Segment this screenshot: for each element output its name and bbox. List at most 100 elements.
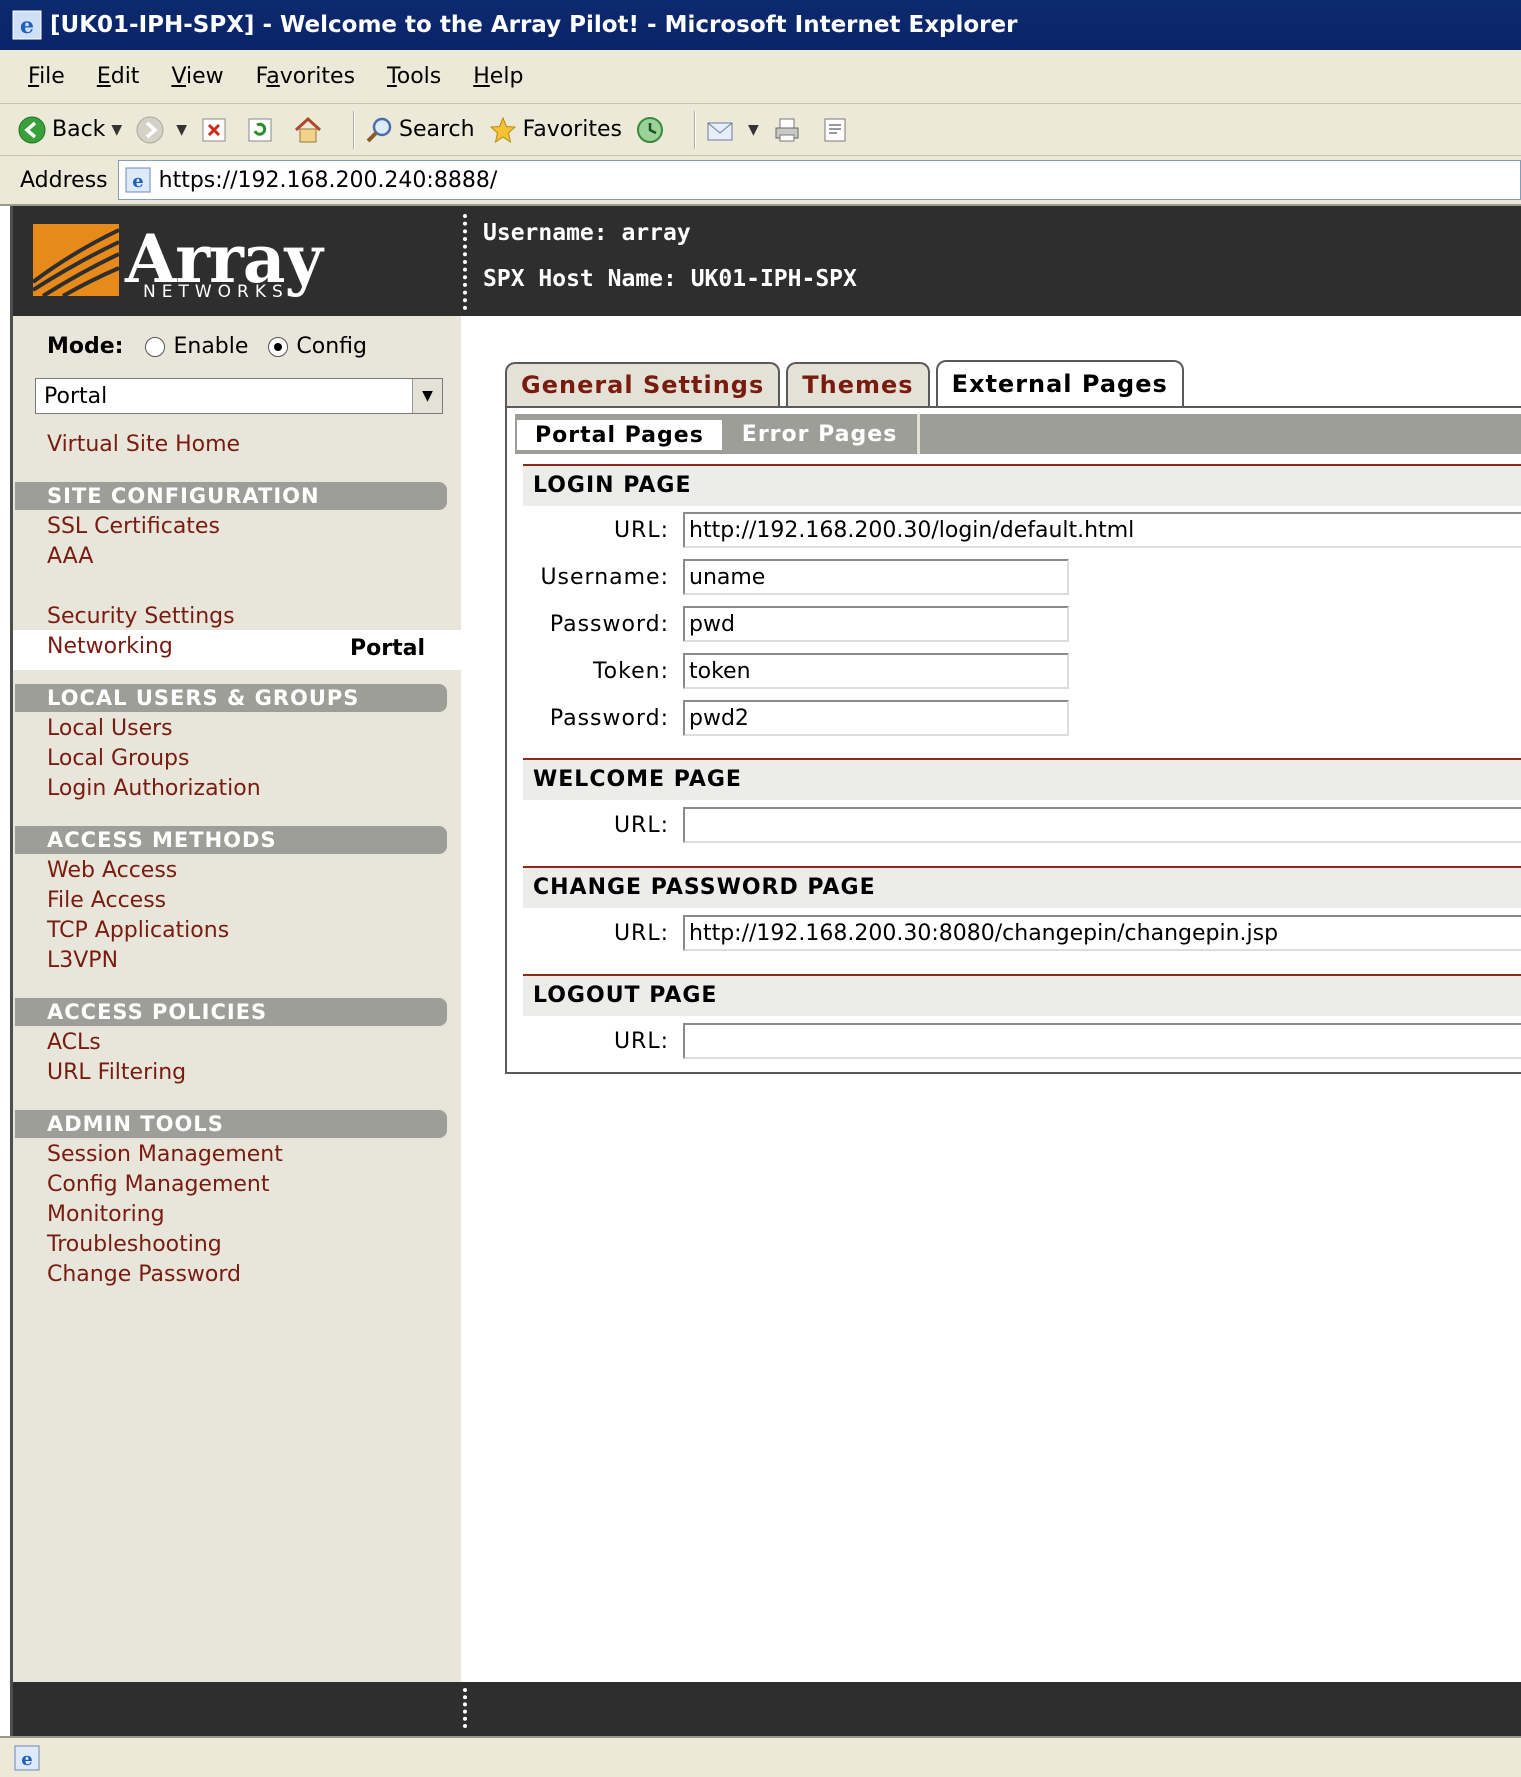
ie-page-icon: e: [125, 167, 151, 193]
menu-tools[interactable]: Tools: [387, 64, 441, 89]
login-username-input[interactable]: uname: [683, 559, 1069, 595]
menu-bar: File Edit View Favorites Tools Help: [0, 50, 1521, 104]
logout-url-label: URL:: [613, 1028, 669, 1054]
tab-themes[interactable]: Themes: [786, 362, 930, 406]
logout-url-input[interactable]: [683, 1023, 1521, 1059]
login-url-row: URL: http://192.168.200.30/login/default…: [507, 512, 1521, 548]
favorites-star-icon: [489, 116, 516, 143]
login-url-label: URL:: [613, 517, 669, 543]
mode-enable-radio[interactable]: Enable: [145, 334, 248, 359]
address-url: https://192.168.200.240:8888/: [158, 167, 498, 193]
virtual-site-select[interactable]: Portal ▼: [35, 378, 443, 414]
section-local-users-groups: LOCAL USERS & GROUPS: [15, 684, 447, 712]
section-login-page: LOGIN PAGE: [523, 464, 1521, 506]
sidebar: Mode: Enable Config Portal ▼ Virtual Sit…: [13, 316, 465, 1682]
login-password2-label: Password:: [549, 705, 669, 731]
change-password-url-row: URL: http://192.168.200.30:8080/changepi…: [507, 915, 1521, 951]
home-icon: [294, 116, 321, 142]
section-admin-tools: ADMIN TOOLS: [15, 1110, 447, 1138]
footer-right: [461, 1682, 1521, 1736]
refresh-icon: [248, 118, 272, 141]
status-bar: e: [0, 1736, 1521, 1777]
sidebar-config-management[interactable]: Config Management: [47, 1172, 270, 1197]
section-site-configuration: SITE CONFIGURATION: [15, 482, 447, 510]
header-separator: [463, 214, 467, 310]
welcome-url-label: URL:: [613, 812, 669, 838]
header-hostname: SPX Host Name: UK01-IPH-SPX: [483, 266, 857, 292]
back-arrow-icon: [18, 116, 46, 143]
tab-external-pages[interactable]: External Pages: [935, 360, 1184, 406]
sidebar-file-access[interactable]: File Access: [47, 888, 166, 913]
subtabs-bar: Portal Pages Error Pages: [515, 414, 1521, 454]
sidebar-login-authorization[interactable]: Login Authorization: [47, 776, 261, 801]
sidebar-aaa[interactable]: AAA: [47, 544, 93, 569]
forward-button[interactable]: ▼: [136, 116, 187, 144]
subtab-error-pages[interactable]: Error Pages: [724, 414, 916, 454]
menu-file[interactable]: File: [28, 64, 65, 89]
array-logo-swoosh-icon: [33, 224, 120, 298]
sidebar-local-users[interactable]: Local Users: [47, 716, 173, 741]
login-username-label: Username:: [540, 564, 669, 590]
sidebar-tcp-applications[interactable]: TCP Applications: [47, 918, 229, 943]
sidebar-change-password[interactable]: Change Password: [47, 1262, 241, 1287]
print-button[interactable]: [773, 116, 807, 144]
menu-view[interactable]: View: [171, 64, 223, 89]
sidebar-l3vpn[interactable]: L3VPN: [47, 948, 118, 973]
mail-button[interactable]: ▼: [706, 117, 759, 143]
welcome-url-row: URL:: [507, 807, 1521, 843]
sidebar-ssl-certificates[interactable]: SSL Certificates: [47, 514, 220, 539]
tab-general-settings[interactable]: General Settings: [505, 362, 781, 406]
login-url-input[interactable]: http://192.168.200.30/login/default.html: [683, 512, 1521, 548]
login-password2-input[interactable]: pwd2: [683, 700, 1069, 736]
sidebar-web-access[interactable]: Web Access: [47, 858, 177, 883]
mode-config-radio[interactable]: Config: [268, 334, 367, 359]
history-icon: [636, 116, 663, 143]
header-username: Username: array: [483, 220, 691, 246]
section-welcome-page: WELCOME PAGE: [523, 758, 1521, 800]
sidebar-session-management[interactable]: Session Management: [47, 1142, 283, 1167]
menu-help[interactable]: Help: [473, 64, 523, 89]
sidebar-url-filtering[interactable]: URL Filtering: [47, 1060, 186, 1085]
settings-tabs: General Settings Themes External Pages: [505, 360, 1190, 406]
change-password-url-label: URL:: [613, 920, 669, 946]
toolbar-separator: [693, 110, 696, 149]
mode-label: Mode:: [47, 334, 124, 359]
favorites-button[interactable]: Favorites: [489, 116, 622, 144]
address-bar: Address e https://192.168.200.240:8888/: [0, 156, 1521, 206]
refresh-button[interactable]: [247, 117, 279, 143]
welcome-url-input[interactable]: [683, 807, 1521, 843]
sidebar-troubleshooting[interactable]: Troubleshooting: [47, 1232, 222, 1257]
svg-text:e: e: [20, 13, 34, 39]
login-password-row: Password: pwd: [507, 606, 1069, 642]
login-token-input[interactable]: token: [683, 653, 1069, 689]
mode-selector: Mode: Enable Config: [47, 334, 387, 359]
history-button[interactable]: [636, 116, 670, 144]
footer-separator: [463, 1688, 467, 1728]
print-icon: [775, 118, 799, 141]
address-input[interactable]: e https://192.168.200.240:8888/: [117, 160, 1521, 200]
login-password-label: Password:: [549, 611, 669, 637]
menu-edit[interactable]: Edit: [97, 64, 140, 89]
toolbar-separator: [352, 110, 355, 149]
sidebar-networking[interactable]: Networking: [47, 634, 173, 659]
sidebar-monitoring[interactable]: Monitoring: [47, 1202, 165, 1227]
sidebar-virtual-site-home[interactable]: Virtual Site Home: [47, 432, 240, 457]
back-button[interactable]: Back ▼: [18, 116, 122, 144]
menu-favorites[interactable]: Favorites: [256, 64, 355, 89]
login-password-input[interactable]: pwd: [683, 606, 1069, 642]
search-button[interactable]: Search: [365, 116, 475, 144]
sidebar-acls[interactable]: ACLs: [47, 1030, 101, 1055]
sidebar-security-settings[interactable]: Security Settings: [47, 604, 235, 629]
main-content: General Settings Themes External Pages P…: [461, 316, 1521, 1682]
change-password-url-input[interactable]: http://192.168.200.30:8080/changepin/cha…: [683, 915, 1521, 951]
home-button[interactable]: [293, 116, 329, 144]
stop-button[interactable]: [201, 117, 233, 143]
ie-status-icon: e: [14, 1745, 40, 1770]
login-username-row: Username: uname: [507, 559, 1069, 595]
external-pages-panel: Portal Pages Error Pages LOGIN PAGE URL:…: [505, 408, 1521, 1074]
subtab-portal-pages[interactable]: Portal Pages: [515, 418, 724, 452]
login-token-label: Token:: [592, 658, 669, 684]
edit-page-button[interactable]: [821, 116, 855, 144]
sidebar-local-groups[interactable]: Local Groups: [47, 746, 189, 771]
window-title: [UK01-IPH-SPX] - Welcome to the Array Pi…: [50, 12, 1018, 38]
